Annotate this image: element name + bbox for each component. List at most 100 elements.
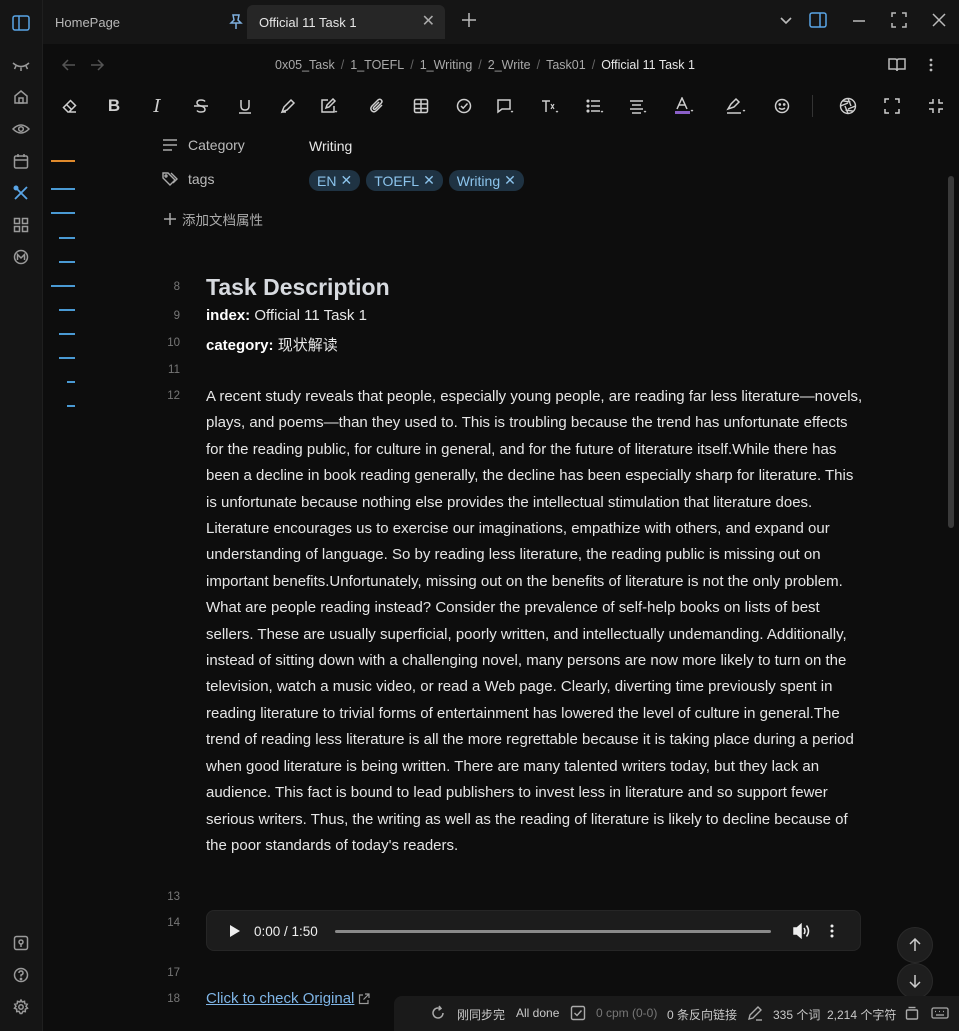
eye-closed-icon[interactable] xyxy=(10,55,32,77)
property-category[interactable]: Category xyxy=(162,137,245,153)
navigation-row: 0x05_Task/ 1_TOEFL/ 1_Writing/ 2_Write / … xyxy=(43,44,959,86)
attachment-icon[interactable] xyxy=(366,95,388,117)
checklist-icon[interactable] xyxy=(570,1005,586,1021)
vault-icon[interactable] xyxy=(10,932,32,954)
tab-official-11-task-1[interactable]: Official 11 Task 1 ✕ xyxy=(247,5,445,39)
scroll-to-bottom-button[interactable] xyxy=(897,963,933,999)
close-tab-icon[interactable]: ✕ xyxy=(422,14,435,30)
outline-marker[interactable] xyxy=(59,309,75,311)
calendar-icon[interactable] xyxy=(10,150,32,172)
play-icon[interactable] xyxy=(229,924,241,938)
reading-view-icon[interactable] xyxy=(888,57,906,73)
emoji-icon[interactable] xyxy=(771,95,793,117)
align-icon[interactable] xyxy=(627,95,649,117)
character-count: 2,214 个字符 xyxy=(827,1008,897,1022)
outline-marker[interactable] xyxy=(59,357,75,359)
sync-icon[interactable] xyxy=(430,1005,446,1021)
outline-marker[interactable] xyxy=(59,261,75,263)
link-text: Click to check Original xyxy=(206,990,355,1007)
help-icon[interactable] xyxy=(10,964,32,986)
back-arrow-icon[interactable] xyxy=(61,57,77,73)
outline-marker-active[interactable] xyxy=(51,160,75,162)
grid-icon[interactable] xyxy=(10,214,32,236)
settings-gear-icon[interactable] xyxy=(10,996,32,1018)
minimize-icon[interactable] xyxy=(852,12,866,28)
bold-icon[interactable]: B xyxy=(103,95,125,117)
text-lines-icon xyxy=(162,138,180,152)
forward-arrow-icon[interactable] xyxy=(89,57,105,73)
comment-icon[interactable] xyxy=(494,95,516,117)
tab-label: Official 11 Task 1 xyxy=(259,14,357,30)
outline-marker[interactable] xyxy=(67,405,75,407)
home-icon[interactable] xyxy=(10,86,32,108)
category-label: category: xyxy=(206,337,274,354)
outline-marker[interactable] xyxy=(59,333,75,335)
exit-fullscreen-icon[interactable] xyxy=(925,95,947,117)
underline-icon[interactable] xyxy=(234,95,256,117)
add-property-button[interactable]: 添加文档属性 xyxy=(164,209,263,229)
italic-icon[interactable]: I xyxy=(146,95,168,117)
aperture-icon[interactable] xyxy=(837,95,859,117)
tools-icon[interactable] xyxy=(10,182,32,204)
line-number: 8 xyxy=(173,281,180,293)
more-options-icon[interactable] xyxy=(928,57,934,73)
tag-pill[interactable]: Writing ✕ xyxy=(448,170,524,191)
remove-tag-icon[interactable]: ✕ xyxy=(504,172,516,189)
eraser-icon[interactable] xyxy=(59,95,81,117)
breadcrumb-item[interactable]: 1_TOEFL xyxy=(350,58,404,72)
checkbox-circle-icon[interactable] xyxy=(453,95,475,117)
tab-homepage[interactable]: HomePage xyxy=(43,5,243,39)
breadcrumb-item[interactable]: Task01 xyxy=(546,58,586,72)
remove-tag-icon[interactable]: ✕ xyxy=(423,172,435,189)
outline-marker[interactable] xyxy=(67,381,75,383)
property-key: tags xyxy=(188,171,215,187)
strikethrough-icon[interactable] xyxy=(190,95,212,117)
eye-icon[interactable] xyxy=(10,118,32,140)
property-tags[interactable]: tags xyxy=(162,171,214,187)
outline-marker[interactable] xyxy=(59,237,75,239)
outline-marker[interactable] xyxy=(51,285,75,287)
audio-time: 0:00 / 1:50 xyxy=(254,924,318,939)
scrollbar-thumb[interactable] xyxy=(948,176,954,528)
layers-icon[interactable] xyxy=(905,1005,919,1021)
tag-pill[interactable]: EN ✕ xyxy=(309,170,361,191)
close-window-icon[interactable] xyxy=(932,12,946,28)
fullscreen-icon[interactable] xyxy=(881,95,903,117)
category-line-value: 现状解读 xyxy=(277,337,338,354)
list-icon[interactable] xyxy=(584,95,606,117)
highlighter-icon[interactable] xyxy=(277,95,299,117)
new-tab-icon[interactable] xyxy=(461,12,477,28)
scroll-to-top-button[interactable] xyxy=(897,927,933,963)
text-format-icon[interactable] xyxy=(539,95,561,117)
sidebar-toggle-icon[interactable] xyxy=(10,12,32,34)
breadcrumb-item[interactable]: 2_Write xyxy=(488,58,531,72)
category-value[interactable]: Writing xyxy=(309,138,352,154)
maximize-icon[interactable] xyxy=(891,12,907,28)
outline-marker[interactable] xyxy=(51,188,75,190)
m-circle-icon[interactable] xyxy=(10,246,32,268)
edit-mode-icon[interactable] xyxy=(747,1005,763,1021)
chevron-down-icon[interactable] xyxy=(779,12,793,28)
outline-marker[interactable] xyxy=(51,212,75,214)
line-number: 13 xyxy=(167,891,180,903)
breadcrumb-item[interactable]: 1_Writing xyxy=(420,58,473,72)
audio-progress-track[interactable] xyxy=(335,930,771,933)
tag-pill[interactable]: TOEFL ✕ xyxy=(366,170,443,191)
keyboard-icon[interactable] xyxy=(931,1005,949,1021)
original-link[interactable]: Click to check Original xyxy=(206,990,370,1007)
audio-more-icon[interactable] xyxy=(829,923,835,939)
breadcrumb-item[interactable]: 0x05_Task xyxy=(275,58,335,72)
background-color-icon[interactable] xyxy=(725,95,747,117)
breadcrumb-current[interactable]: Official 11 Task 1 xyxy=(601,58,695,72)
edit-pen-icon[interactable] xyxy=(318,95,340,117)
left-ribbon xyxy=(0,0,43,1031)
pin-icon[interactable] xyxy=(229,14,243,30)
done-status: All done xyxy=(516,1006,560,1020)
volume-icon[interactable] xyxy=(793,923,811,939)
right-sidebar-toggle-icon[interactable] xyxy=(809,12,827,28)
remove-tag-icon[interactable]: ✕ xyxy=(340,172,352,189)
toolbar-divider xyxy=(812,95,813,117)
backlinks-count[interactable]: 0 条反向链接 xyxy=(667,1006,737,1023)
table-icon[interactable] xyxy=(410,95,432,117)
font-color-icon[interactable] xyxy=(673,95,695,117)
